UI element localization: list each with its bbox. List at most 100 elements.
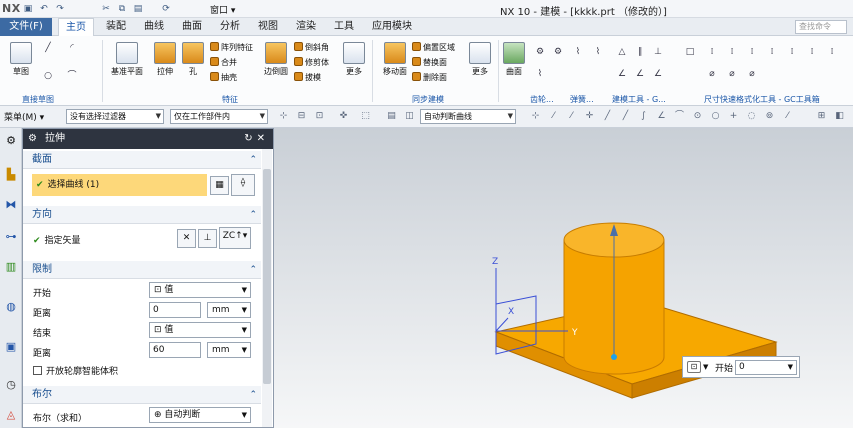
tab-analysis[interactable]: 分析 — [214, 18, 246, 36]
vector-dialog-button[interactable]: ⊥ — [198, 229, 217, 248]
solid-icon[interactable]: ◫ — [404, 111, 415, 122]
box-select-icon[interactable]: ⬚ — [360, 111, 371, 122]
repeat-command-icon[interactable]: ⟳ — [160, 3, 172, 15]
end-unit-dropdown[interactable]: mm ▼ — [207, 342, 251, 358]
menu-button[interactable]: 菜单(M) ▾ — [4, 110, 44, 123]
constraint-navigator-icon[interactable]: ⊶ — [4, 230, 18, 244]
end-distance-input[interactable]: 60 — [149, 342, 201, 358]
angle3-icon[interactable]: ∠ — [652, 68, 664, 80]
curve-button[interactable]: ⟠ — [231, 174, 255, 196]
snap-angle-icon[interactable]: ∠ — [656, 111, 667, 122]
vector-type-dropdown[interactable]: ZC↑▾ — [219, 227, 251, 249]
search-input[interactable]: 查找命令 — [795, 20, 847, 34]
chamfer-button[interactable]: 倒斜角 — [294, 42, 329, 54]
dim-101-icon[interactable]: ⁞ — [726, 46, 738, 58]
gear-tool-icon[interactable]: ⚙ — [534, 46, 546, 58]
start-type-dropdown[interactable]: ⊡ 值 ▼ — [149, 282, 251, 298]
parallel-icon[interactable]: ∥ — [634, 46, 646, 58]
graphics-viewport[interactable]: Z Y X ⊡ ▼ 开始 0 ▼ — [274, 128, 853, 428]
start-distance-input[interactable]: 0 — [149, 302, 201, 318]
snap-line-icon[interactable]: ╱ — [602, 111, 613, 122]
dim-105-icon[interactable]: ⁞ — [806, 46, 818, 58]
assembly-navigator-icon[interactable]: ⧓ — [4, 198, 18, 212]
gear-icon[interactable]: ⚙ — [28, 129, 37, 149]
start-unit-dropdown[interactable]: mm ▼ — [207, 302, 251, 318]
tab-assembly[interactable]: 装配 — [100, 18, 132, 36]
scrollbar-thumb[interactable] — [263, 169, 271, 384]
angle2-icon[interactable]: ∠ — [634, 68, 646, 80]
spring-icon[interactable]: ⌇ — [534, 68, 546, 80]
edge-blend-button[interactable]: 边倒圆 — [258, 40, 294, 88]
copy-icon[interactable]: ⧉ — [116, 3, 128, 15]
tab-home[interactable]: 主页 — [58, 18, 94, 36]
tab-view[interactable]: 视图 — [252, 18, 284, 36]
delete-face-button[interactable]: 删除面 — [412, 72, 447, 84]
hole-button[interactable]: 孔 — [176, 40, 210, 88]
snap-point-icon[interactable]: ⊹ — [530, 111, 541, 122]
pattern-feature-button[interactable]: 阵列特征 — [210, 42, 253, 54]
draft-button[interactable]: 拔模 — [294, 72, 321, 84]
history-icon[interactable]: ▣ — [4, 340, 18, 354]
tab-tools[interactable]: 工具 — [328, 18, 360, 36]
gear-tool2-icon[interactable]: ⚙ — [552, 46, 564, 58]
vector-origin[interactable] — [611, 354, 617, 360]
start-onscreen-field[interactable]: 0 ▼ — [735, 360, 797, 375]
tab-curve[interactable]: 曲线 — [138, 18, 170, 36]
diameter3-icon[interactable]: ⌀ — [746, 68, 758, 80]
spring-tool2-icon[interactable]: ⌇ — [592, 46, 604, 58]
arc-icon[interactable]: ◜ — [66, 42, 78, 54]
chevron-down-icon[interactable]: ▼ — [703, 363, 708, 371]
tab-file[interactable]: 文件(F) — [0, 18, 52, 36]
perpendicular-icon[interactable]: ⊥ — [652, 46, 664, 58]
shell-button[interactable]: 抽壳 — [210, 72, 237, 84]
select-box-icon[interactable]: ⊡ — [314, 111, 325, 122]
curve-rule-dropdown[interactable]: 自动判断曲线 ▼ — [420, 109, 516, 124]
reverse-direction-button[interactable]: ✕ — [177, 229, 196, 248]
snap-mid-icon[interactable]: ⁄ — [566, 111, 577, 122]
part-navigator-icon[interactable]: ▙ — [4, 168, 18, 182]
roles-icon[interactable]: ◬ — [4, 408, 18, 422]
select-curve-row[interactable]: ✔ 选择曲线 (1) — [32, 174, 207, 196]
snap-end-icon[interactable]: ⁄ — [548, 111, 559, 122]
clock-icon[interactable]: ◷ — [4, 378, 18, 392]
reset-icon[interactable]: ↻ — [244, 133, 256, 144]
close-icon[interactable]: ✕ — [257, 133, 269, 144]
triangle-icon[interactable]: △ — [616, 46, 628, 58]
fit-view-icon[interactable]: ⊞ — [816, 111, 827, 122]
more-sync-button[interactable]: 更多 — [466, 40, 494, 88]
snap-quadrant-icon[interactable]: ◌ — [746, 111, 757, 122]
dialog-scrollbar[interactable] — [262, 149, 272, 427]
section-header-section[interactable]: 截面 ⌃ — [23, 151, 261, 169]
surface-button[interactable]: 曲面 — [500, 40, 528, 88]
snap-icon[interactable]: ⊹ — [278, 111, 289, 122]
tab-applications[interactable]: 应用模块 — [366, 18, 418, 36]
save-icon[interactable]: ▣ — [22, 3, 34, 15]
sketch-button[interactable]: 草图 — [4, 40, 38, 88]
section-header-direction[interactable]: 方向 ⌃ — [23, 206, 261, 224]
checkbox[interactable] — [33, 366, 42, 375]
angle-icon[interactable]: ∠ — [616, 68, 628, 80]
replace-face-button[interactable]: 替换面 — [412, 57, 447, 69]
dim-104-icon[interactable]: ⁞ — [786, 46, 798, 58]
snap-circle-icon[interactable]: ○ — [710, 111, 721, 122]
circle-icon[interactable]: ○ — [42, 70, 54, 82]
dim-103-icon[interactable]: ⁞ — [766, 46, 778, 58]
snap-face-icon[interactable]: ⊚ — [764, 111, 775, 122]
end-type-dropdown[interactable]: ⊡ 值 ▼ — [149, 322, 251, 338]
dim-106-icon[interactable]: ⁞ — [826, 46, 838, 58]
snap-curve-icon[interactable]: ∫ — [638, 111, 649, 122]
tab-render[interactable]: 渲染 — [290, 18, 322, 36]
sketch-section-button[interactable]: ▦ — [210, 176, 229, 195]
snap-mid2-icon[interactable]: ⁄ — [782, 111, 793, 122]
window-menu[interactable]: 窗口 ▾ — [210, 3, 235, 16]
section-header-limits[interactable]: 限制 ⌃ — [23, 261, 261, 279]
open-profile-checkbox[interactable]: 开放轮廓智能体积 — [33, 364, 118, 377]
cut-icon[interactable]: ✂ — [100, 3, 112, 15]
snap-center-icon[interactable]: ⊙ — [692, 111, 703, 122]
section-header-boolean[interactable]: 布尔 ⌃ — [23, 386, 261, 404]
render-style-icon[interactable]: ◧ — [834, 111, 845, 122]
combine-button[interactable]: 合并 — [210, 57, 237, 69]
fillet-icon[interactable]: ⌒ — [66, 70, 78, 82]
snap-cross-icon[interactable]: + — [728, 111, 739, 122]
spring-tool-icon[interactable]: ⌇ — [572, 46, 584, 58]
